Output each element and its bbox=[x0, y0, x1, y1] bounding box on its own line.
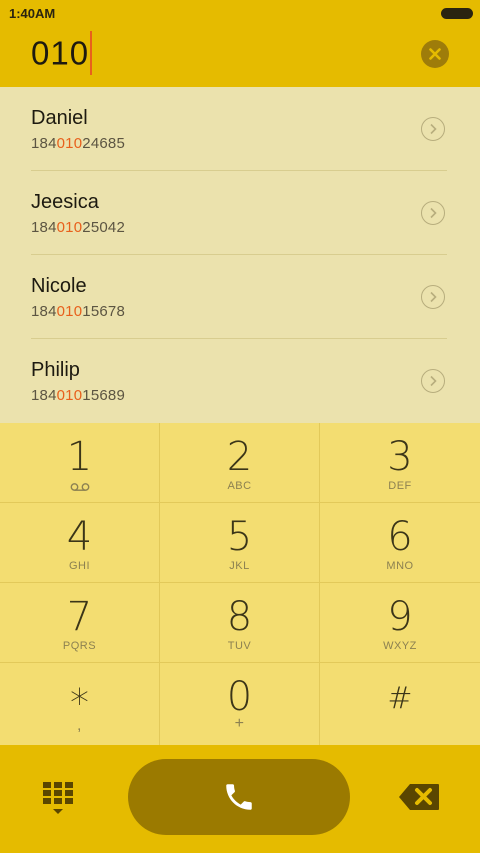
dialpad: 1 2 ABC 3 DEF 4 GHI 5 JKL 6 MNO 7 PQRS 8… bbox=[0, 423, 480, 745]
contact-detail-button[interactable] bbox=[421, 117, 445, 141]
contact-number: 18401024685 bbox=[31, 135, 125, 152]
key-digit: 5 bbox=[226, 514, 253, 560]
backspace-button[interactable] bbox=[398, 783, 440, 811]
key-digit: 7 bbox=[66, 594, 93, 640]
bottom-action-bar bbox=[0, 745, 480, 853]
key-letters: ABC bbox=[227, 480, 252, 492]
battery-icon bbox=[441, 8, 473, 19]
key-6[interactable]: 6 MNO bbox=[320, 503, 480, 583]
key-4[interactable]: 4 GHI bbox=[0, 503, 160, 583]
key-digit: # bbox=[387, 681, 413, 716]
number-match: 010 bbox=[56, 135, 83, 152]
key-letters: PQRS bbox=[62, 640, 97, 652]
key-letters: TUV bbox=[227, 640, 252, 652]
key-digit: 1 bbox=[66, 434, 93, 480]
key-7[interactable]: 7 PQRS bbox=[0, 583, 160, 663]
dial-input-text: 010 bbox=[31, 34, 90, 72]
status-bar: 1:40AM bbox=[0, 0, 480, 26]
key-5[interactable]: 5 JKL bbox=[160, 503, 320, 583]
key-3[interactable]: 3 DEF bbox=[320, 423, 480, 503]
dial-input-bar: 010 bbox=[0, 26, 480, 87]
key-letters: GHI bbox=[68, 560, 91, 572]
contact-results-list: Daniel 18401024685 Jeesica 18401025042 N… bbox=[0, 87, 480, 423]
dial-input[interactable]: 010 bbox=[31, 31, 93, 78]
clear-input-button[interactable] bbox=[421, 40, 449, 68]
contact-number: 18401025042 bbox=[31, 219, 125, 236]
key-star[interactable]: * , bbox=[0, 663, 160, 745]
contact-name: Nicole bbox=[31, 275, 87, 297]
key-digit: 2 bbox=[226, 434, 253, 480]
chevron-right-icon bbox=[430, 207, 437, 219]
chevron-right-icon bbox=[430, 375, 437, 387]
key-letters: JKL bbox=[229, 560, 250, 572]
number-match: 010 bbox=[56, 387, 83, 404]
close-icon bbox=[429, 48, 441, 60]
status-time: 1:40AM bbox=[9, 6, 56, 21]
voicemail-icon bbox=[70, 483, 90, 491]
key-9[interactable]: 9 WXYZ bbox=[320, 583, 480, 663]
key-2[interactable]: 2 ABC bbox=[160, 423, 320, 503]
key-digit: 8 bbox=[226, 594, 253, 640]
contact-name: Jeesica bbox=[31, 191, 99, 213]
key-digit: 9 bbox=[387, 594, 413, 640]
key-digit: 0 bbox=[226, 674, 253, 720]
key-1[interactable]: 1 bbox=[0, 423, 160, 503]
key-digit: 4 bbox=[66, 514, 93, 560]
contact-item[interactable]: Philip 18401015689 bbox=[0, 339, 480, 423]
key-letters: WXYZ bbox=[383, 640, 417, 652]
text-caret bbox=[90, 31, 93, 75]
dialpad-icon bbox=[43, 782, 73, 814]
contact-detail-button[interactable] bbox=[421, 369, 445, 393]
contact-name: Philip bbox=[31, 359, 80, 381]
key-0[interactable]: 0 + bbox=[160, 663, 320, 745]
chevron-right-icon bbox=[430, 291, 437, 303]
key-digit: 6 bbox=[387, 514, 413, 560]
key-sub: + bbox=[234, 715, 245, 732]
key-letters: MNO bbox=[386, 560, 414, 572]
key-sub: , bbox=[77, 717, 82, 734]
contact-item[interactable]: Daniel 18401024685 bbox=[0, 87, 480, 171]
contact-item[interactable]: Jeesica 18401025042 bbox=[0, 171, 480, 255]
contact-name: Daniel bbox=[31, 107, 88, 129]
phone-icon bbox=[226, 784, 252, 810]
contact-detail-button[interactable] bbox=[421, 201, 445, 225]
contact-detail-button[interactable] bbox=[421, 285, 445, 309]
contact-number: 18401015678 bbox=[31, 303, 125, 320]
chevron-right-icon bbox=[430, 123, 437, 135]
backspace-icon bbox=[399, 784, 439, 810]
key-letters: DEF bbox=[388, 480, 412, 492]
number-match: 010 bbox=[56, 219, 83, 236]
number-match: 010 bbox=[56, 303, 83, 320]
contact-item[interactable]: Nicole 18401015678 bbox=[0, 255, 480, 339]
contact-number: 18401015689 bbox=[31, 387, 125, 404]
key-hash[interactable]: # bbox=[320, 663, 480, 745]
key-8[interactable]: 8 TUV bbox=[160, 583, 320, 663]
key-digit: 3 bbox=[387, 434, 413, 480]
dialpad-toggle-button[interactable] bbox=[42, 781, 74, 817]
call-button[interactable] bbox=[128, 759, 350, 835]
